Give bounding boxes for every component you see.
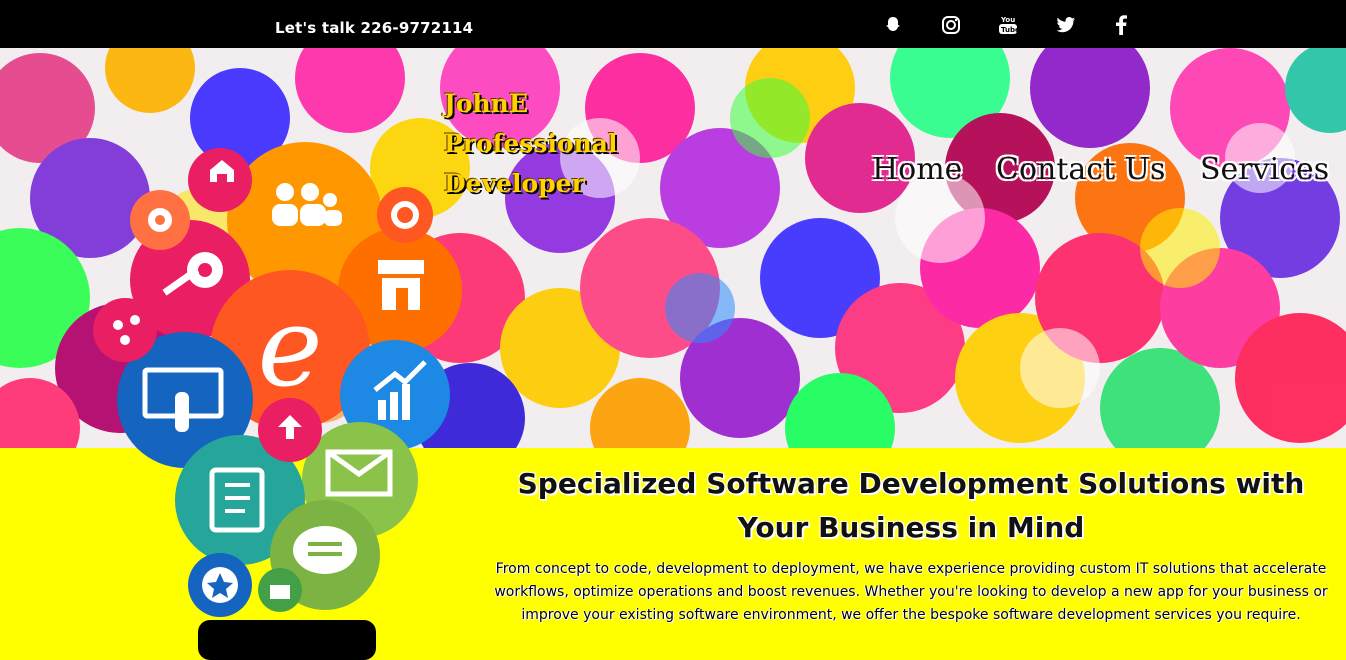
nav-contact-us[interactable]: Contact Us bbox=[996, 152, 1165, 187]
chat-bubble-icon bbox=[293, 526, 357, 574]
twitter-icon[interactable] bbox=[1055, 14, 1077, 36]
svg-text:You: You bbox=[1000, 16, 1015, 24]
settings-gear-icon bbox=[148, 208, 172, 232]
e-logo-letter: e bbox=[257, 283, 322, 411]
youtube-icon[interactable]: You Tube bbox=[997, 14, 1019, 36]
store-icon bbox=[378, 260, 424, 310]
facebook-icon[interactable] bbox=[1110, 14, 1132, 36]
svg-text:Tube: Tube bbox=[1001, 26, 1018, 34]
phone-contact-text[interactable]: Let's talk 226-9772114 bbox=[275, 19, 473, 37]
star-badge-icon bbox=[202, 567, 238, 603]
shopping-basket-icon bbox=[270, 585, 290, 599]
digital-services-illustration: e bbox=[93, 142, 462, 617]
nav-services[interactable]: Services bbox=[1200, 152, 1329, 187]
top-bar: Let's talk 226-9772114 You Tube bbox=[0, 0, 1346, 48]
nav-home[interactable]: Home bbox=[872, 152, 962, 187]
section-headline: Specialized Software Development Solutio… bbox=[517, 467, 1305, 544]
illustration-base bbox=[198, 620, 376, 660]
snapchat-icon[interactable] bbox=[882, 14, 904, 36]
instagram-icon[interactable] bbox=[940, 14, 962, 36]
brand-line-1: JohnE bbox=[444, 89, 528, 118]
section-body-text: From concept to code, development to dep… bbox=[494, 561, 1328, 623]
phone-call-icon bbox=[391, 201, 419, 229]
